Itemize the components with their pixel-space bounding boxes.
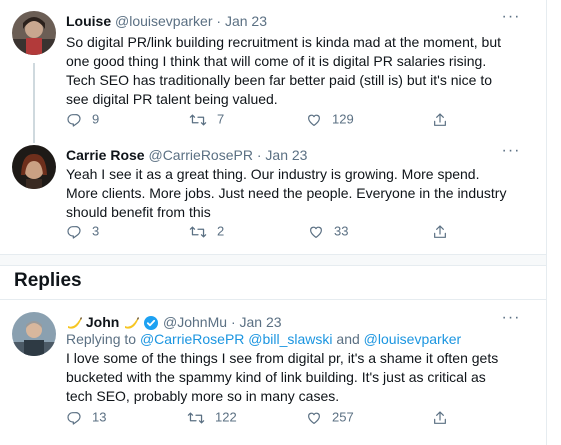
reply-icon bbox=[67, 225, 81, 239]
retweet-icon bbox=[187, 412, 205, 424]
avatar[interactable] bbox=[12, 145, 56, 189]
like-count: 33 bbox=[334, 223, 349, 239]
author-handle[interactable]: @JohnMu bbox=[163, 314, 227, 330]
tweet-actions: 9 7 129 bbox=[66, 110, 446, 128]
retweet-count: 2 bbox=[217, 223, 225, 239]
share-icon bbox=[434, 224, 446, 238]
like-icon bbox=[310, 226, 322, 238]
reply-icon bbox=[67, 113, 81, 127]
like-icon bbox=[308, 114, 320, 126]
author-handle[interactable]: @louisevparker bbox=[115, 13, 212, 29]
timeline: Louise @louisevparker · Jan 23 ··· So di… bbox=[0, 0, 547, 445]
tweet-carrie-rose[interactable]: Carrie Rose @CarrieRosePR · Jan 23 ··· Y… bbox=[0, 142, 546, 245]
tweet-text: Yeah I see it as a great thing. Our indu… bbox=[66, 166, 507, 220]
divider bbox=[0, 299, 546, 300]
tweet-header: Louise @louisevparker · Jan 23 bbox=[66, 11, 267, 31]
like-button[interactable]: 129 bbox=[306, 110, 354, 128]
replies-heading: Replies bbox=[14, 270, 82, 291]
banana-emoji bbox=[68, 317, 82, 329]
mention-link[interactable]: @CarrieRosePR bbox=[140, 331, 244, 347]
reply-button[interactable]: 9 bbox=[66, 110, 99, 128]
author-name[interactable]: Louise bbox=[66, 13, 111, 29]
tweet-text: I love some of the things I see from dig… bbox=[66, 350, 499, 404]
separator-dot: · bbox=[230, 314, 236, 330]
share-button[interactable] bbox=[432, 408, 458, 426]
retweet-button[interactable]: 2 bbox=[189, 222, 224, 240]
section-separator bbox=[0, 254, 546, 266]
like-icon bbox=[308, 412, 320, 424]
thread-line bbox=[33, 63, 35, 143]
tweet-date[interactable]: Jan 23 bbox=[225, 13, 267, 29]
share-icon bbox=[434, 112, 446, 126]
retweet-button[interactable]: 122 bbox=[187, 408, 237, 426]
like-button[interactable]: 33 bbox=[308, 222, 348, 240]
tweet-louise[interactable]: Louise @louisevparker · Jan 23 ··· So di… bbox=[0, 8, 546, 143]
and-label: and bbox=[336, 331, 360, 347]
avatar[interactable] bbox=[12, 312, 56, 356]
author-handle[interactable]: @CarrieRosePR bbox=[148, 147, 252, 163]
more-icon[interactable]: ··· bbox=[499, 7, 523, 27]
like-count: 129 bbox=[332, 111, 354, 127]
tweet-actions: 3 2 33 bbox=[66, 222, 446, 240]
reply-count: 9 bbox=[92, 111, 100, 127]
verified-icon bbox=[144, 316, 159, 331]
tweet-actions: 13 122 257 bbox=[66, 408, 446, 426]
replying-to-label: Replying to bbox=[66, 331, 137, 347]
reply-button[interactable]: 13 bbox=[66, 408, 106, 426]
tweet-john[interactable]: John @JohnMu · Jan 23 ··· Replying to @C… bbox=[0, 309, 546, 432]
retweet-icon bbox=[189, 114, 207, 126]
share-button[interactable] bbox=[432, 110, 458, 128]
tweet-text: So digital PR/link building recruitment … bbox=[66, 34, 501, 107]
separator-dot: · bbox=[216, 13, 222, 29]
replying-to: Replying to @CarrieRosePR @bill_slawski … bbox=[66, 330, 511, 349]
more-icon[interactable]: ··· bbox=[499, 141, 523, 161]
like-count: 257 bbox=[332, 409, 354, 425]
retweet-button[interactable]: 7 bbox=[189, 110, 224, 128]
share-icon bbox=[434, 410, 446, 424]
reply-icon bbox=[67, 411, 81, 425]
mention-link[interactable]: @louisevparker bbox=[364, 331, 461, 347]
author-name[interactable]: John bbox=[86, 314, 119, 330]
retweet-count: 122 bbox=[215, 409, 237, 425]
more-icon[interactable]: ··· bbox=[499, 308, 523, 328]
author-name[interactable]: Carrie Rose bbox=[66, 147, 145, 163]
reply-count: 3 bbox=[92, 223, 100, 239]
tweet-header: Carrie Rose @CarrieRosePR · Jan 23 bbox=[66, 145, 307, 165]
reply-button[interactable]: 3 bbox=[66, 222, 99, 240]
retweet-icon bbox=[189, 226, 207, 238]
avatar[interactable] bbox=[12, 11, 56, 55]
reply-count: 13 bbox=[92, 409, 107, 425]
banana-emoji bbox=[125, 317, 140, 329]
like-button[interactable]: 257 bbox=[306, 408, 354, 426]
tweet-header: John @JohnMu · Jan 23 bbox=[66, 312, 282, 332]
separator-dot: · bbox=[256, 147, 262, 163]
retweet-count: 7 bbox=[217, 111, 225, 127]
tweet-date[interactable]: Jan 23 bbox=[265, 147, 307, 163]
share-button[interactable] bbox=[432, 222, 458, 240]
tweet-date[interactable]: Jan 23 bbox=[240, 314, 282, 330]
mention-link[interactable]: @bill_slawski bbox=[248, 331, 332, 347]
